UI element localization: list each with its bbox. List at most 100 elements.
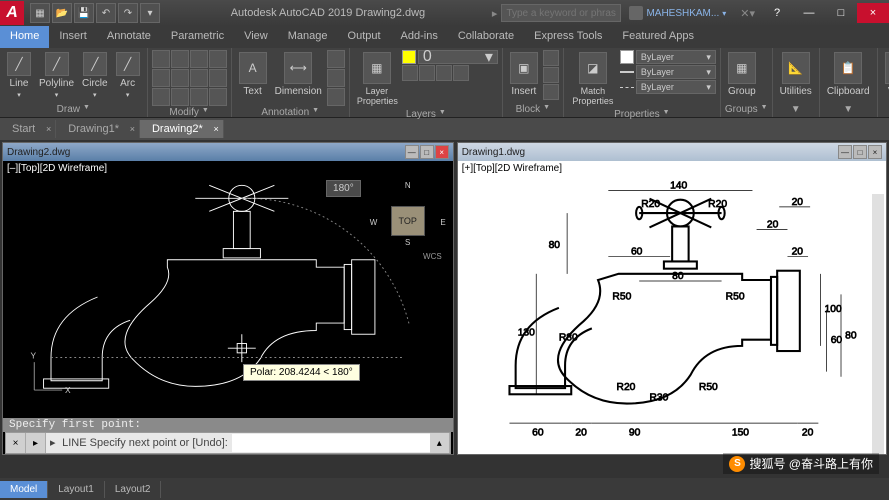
view-cube[interactable]: N S E W TOP WCS	[368, 181, 448, 261]
stretch-icon[interactable]	[152, 88, 170, 106]
mirror-icon[interactable]	[171, 69, 189, 87]
match-properties-button[interactable]: ◪Match Properties	[568, 50, 618, 108]
offset-icon[interactable]	[209, 88, 227, 106]
scale-icon[interactable]	[171, 88, 189, 106]
left-view-label[interactable]: [–][Top][2D Wireframe]	[3, 161, 453, 176]
explode-icon[interactable]	[209, 69, 227, 87]
layout-tab-model[interactable]: Model	[0, 481, 48, 498]
layer-tool3-icon[interactable]	[436, 65, 452, 81]
ribbon-tab-annotate[interactable]: Annotate	[97, 26, 161, 48]
maximize-button[interactable]: □	[825, 3, 857, 23]
ribbon-tab-featured-apps[interactable]: Featured Apps	[612, 26, 704, 48]
viewcube-top-face[interactable]: TOP	[391, 206, 425, 236]
array-icon[interactable]	[190, 88, 208, 106]
doc-tab-drawing2[interactable]: Drawing2*×	[140, 120, 224, 138]
right-canvas[interactable]: 140 R20 R20 20 20 80 60 80 20 R50 R50 10…	[458, 176, 886, 454]
ribbon-tab-parametric[interactable]: Parametric	[161, 26, 234, 48]
color-dropdown[interactable]: ByLayer▾	[636, 50, 716, 64]
polyline-button[interactable]: ╱Polyline▾	[36, 50, 77, 101]
user-name: MAHESHKAM...	[646, 8, 719, 19]
create-block-icon[interactable]	[543, 50, 559, 66]
linetype-dropdown[interactable]: ByLayer▾	[636, 80, 716, 94]
left-close-button[interactable]: ×	[435, 145, 449, 159]
arc-button[interactable]: ╱Arc▾	[113, 50, 143, 101]
text-button[interactable]: AText	[236, 50, 270, 99]
document-tabs: Start×Drawing1*×Drawing2*×	[0, 118, 889, 140]
qat-save-icon[interactable]: 💾	[74, 3, 94, 23]
view-button[interactable]: ▭View	[882, 50, 889, 99]
right-view-label[interactable]: [+][Top][2D Wireframe]	[458, 161, 886, 176]
left-min-button[interactable]: —	[405, 145, 419, 159]
command-input[interactable]	[232, 434, 430, 452]
qat-undo-icon[interactable]: ↶	[96, 3, 116, 23]
layout-tab-layout1[interactable]: Layout1	[48, 481, 105, 498]
ribbon-tab-home[interactable]: Home	[0, 26, 49, 48]
left-max-button[interactable]: □	[420, 145, 434, 159]
line-button[interactable]: ╱Line▾	[4, 50, 34, 101]
qat-more-icon[interactable]: ▾	[140, 3, 160, 23]
move-icon[interactable]	[152, 50, 170, 68]
minimize-button[interactable]: —	[793, 3, 825, 23]
lineweight-dropdown[interactable]: ByLayer▾	[636, 65, 716, 79]
tab-close-icon[interactable]: ×	[46, 124, 51, 134]
copy-icon[interactable]	[152, 69, 170, 87]
layer-dropdown[interactable]: 0▾	[418, 50, 498, 64]
right-close-button[interactable]: ×	[868, 145, 882, 159]
mtext-icon[interactable]	[327, 88, 345, 106]
doc-tab-start[interactable]: Start×	[0, 120, 56, 138]
right-window-titlebar[interactable]: Drawing1.dwg — □ ×	[458, 143, 886, 161]
workspace: Drawing2.dwg — □ × [–][Top][2D Wireframe…	[0, 140, 889, 457]
svg-text:R50: R50	[612, 292, 631, 303]
ribbon-tab-add-ins[interactable]: Add-ins	[391, 26, 448, 48]
drawing-window-left: Drawing2.dwg — □ × [–][Top][2D Wireframe…	[2, 142, 454, 455]
leader-icon[interactable]	[327, 50, 345, 68]
edit-block-icon[interactable]	[543, 67, 559, 83]
insert-button[interactable]: ▣Insert	[507, 50, 541, 99]
layer-tool4-icon[interactable]	[453, 65, 469, 81]
right-max-button[interactable]: □	[853, 145, 867, 159]
tab-close-icon[interactable]: ×	[130, 124, 135, 134]
right-min-button[interactable]: —	[838, 145, 852, 159]
layer-tool-icon[interactable]	[402, 65, 418, 81]
clipboard-button[interactable]: 📋Clipboard	[824, 50, 873, 99]
left-window-titlebar[interactable]: Drawing2.dwg — □ ×	[3, 143, 453, 161]
cmd-close-button[interactable]: ×	[6, 433, 26, 453]
close-button[interactable]: ×	[857, 3, 889, 23]
ribbon-tab-manage[interactable]: Manage	[278, 26, 338, 48]
layout-tab-layout2[interactable]: Layout2	[105, 481, 162, 498]
user-account[interactable]: MAHESHKAM... ▾	[621, 6, 734, 20]
ribbon-tab-view[interactable]: View	[234, 26, 278, 48]
app-menu-button[interactable]: A	[0, 1, 24, 25]
circle-button[interactable]: ╱Circle▾	[79, 50, 111, 101]
cmd-config-button[interactable]: ▸	[26, 433, 46, 453]
right-scrollbar[interactable]	[872, 194, 884, 454]
attribute-icon[interactable]	[543, 84, 559, 100]
angle-badge: 180°	[326, 180, 361, 197]
layer-properties-button[interactable]: ▦Layer Properties	[354, 50, 400, 108]
ribbon-tab-express-tools[interactable]: Express Tools	[524, 26, 612, 48]
utilities-button[interactable]: 📐Utilities	[777, 50, 815, 99]
exchange-icon[interactable]: ✕▾	[734, 7, 761, 20]
ribbon-tab-output[interactable]: Output	[338, 26, 391, 48]
help-button[interactable]: ?	[761, 3, 793, 23]
ribbon-tab-collaborate[interactable]: Collaborate	[448, 26, 524, 48]
dimension-button[interactable]: ⟷Dimension	[272, 50, 325, 99]
erase-icon[interactable]	[209, 50, 227, 68]
qat-open-icon[interactable]: 📂	[52, 3, 72, 23]
svg-text:100: 100	[824, 304, 841, 315]
cmd-recent-button[interactable]: ▴	[430, 433, 450, 453]
qat-new-icon[interactable]: ▦	[30, 3, 50, 23]
ribbon-tab-insert[interactable]: Insert	[49, 26, 97, 48]
trim-icon[interactable]	[190, 50, 208, 68]
rotate-icon[interactable]	[171, 50, 189, 68]
group-button[interactable]: ▦Group	[725, 50, 759, 99]
keyword-search-input[interactable]	[501, 4, 621, 22]
table-icon[interactable]	[327, 69, 345, 87]
tab-close-icon[interactable]: ×	[213, 124, 218, 134]
fillet-icon[interactable]	[190, 69, 208, 87]
doc-tab-drawing1[interactable]: Drawing1*×	[56, 120, 140, 138]
left-canvas[interactable]: X Y N S E W TOP WCS 180° Polar: 208.4244…	[3, 176, 453, 418]
modify-grid	[152, 50, 227, 106]
layer-tool2-icon[interactable]	[419, 65, 435, 81]
qat-redo-icon[interactable]: ↷	[118, 3, 138, 23]
